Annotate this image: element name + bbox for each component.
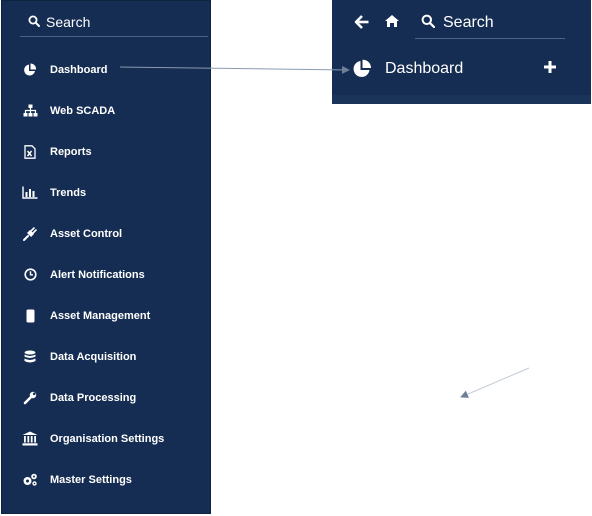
sidebar-item-label: Web SCADA: [50, 104, 116, 117]
sidebar-item-label: Alert Notifications: [50, 268, 145, 281]
clock-icon: [21, 266, 39, 284]
sidebar-item-label: Trends: [50, 186, 87, 199]
cogs-icon: [21, 471, 39, 489]
sidebar-item-trends[interactable]: Trends: [2, 172, 210, 213]
bank-icon: [21, 430, 39, 448]
search-icon: [28, 14, 40, 30]
excel-file-icon: [21, 143, 39, 161]
sidebar-item-data-processing[interactable]: Data Processing: [2, 377, 210, 418]
header-search-label: Search: [443, 14, 494, 31]
sidebar-item-label: Reports: [50, 145, 92, 158]
sidebar-search[interactable]: Search: [20, 8, 208, 37]
mobile-header: Search Dashboard: [332, 0, 591, 104]
sidebar-item-label: Data Acquisition: [50, 350, 137, 363]
home-icon[interactable]: [384, 13, 402, 31]
sidebar-item-label: Dashboard: [50, 63, 108, 76]
sidebar-item-label: Data Processing: [50, 391, 137, 404]
header-search[interactable]: Search: [415, 8, 565, 39]
header-bottom-bar: [332, 95, 591, 104]
header-dashboard[interactable]: Dashboard: [351, 58, 463, 80]
sidebar-search-label: Search: [46, 14, 91, 30]
sidebar-item-dashboard[interactable]: Dashboard: [2, 49, 210, 90]
sitemap-icon: [21, 102, 39, 120]
header-dashboard-title: Dashboard: [385, 60, 464, 77]
sidebar-item-reports[interactable]: Reports: [2, 131, 210, 172]
sidebar-item-asset-management[interactable]: Asset Management: [2, 295, 210, 336]
sidebar-item-web-scada[interactable]: Web SCADA: [2, 90, 210, 131]
wrench-icon: [21, 389, 39, 407]
plus-icon[interactable]: [543, 60, 559, 76]
sidebar-item-label: Asset Control: [50, 227, 123, 240]
sidebar-item-alert-notifications[interactable]: Alert Notifications: [2, 254, 210, 295]
pie-chart-icon: [351, 58, 373, 80]
sidebar-item-label: Master Settings: [50, 473, 132, 486]
sidebar-item-label: Organisation Settings: [50, 432, 165, 445]
sidebar-item-data-acquisition[interactable]: Data Acquisition: [2, 336, 210, 377]
sidebar-item-asset-control[interactable]: Asset Control: [2, 213, 210, 254]
sidebar: Search Dashboard Web SCADA Reports Trend…: [1, 0, 211, 514]
bar-chart-icon: [21, 184, 39, 202]
sidebar-menu: Dashboard Web SCADA Reports Trends Asset…: [2, 49, 210, 500]
sidebar-item-master-settings[interactable]: Master Settings: [2, 459, 210, 500]
search-icon: [421, 14, 436, 33]
annotation-arrow: [460, 367, 530, 398]
mobile-icon: [21, 307, 39, 325]
sidebar-item-label: Asset Management: [50, 309, 151, 322]
database-icon: [21, 348, 39, 366]
plug-icon: [21, 225, 39, 243]
pie-chart-icon: [21, 61, 39, 79]
sidebar-item-organisation-settings[interactable]: Organisation Settings: [2, 418, 210, 459]
back-arrow-icon[interactable]: [354, 14, 372, 32]
